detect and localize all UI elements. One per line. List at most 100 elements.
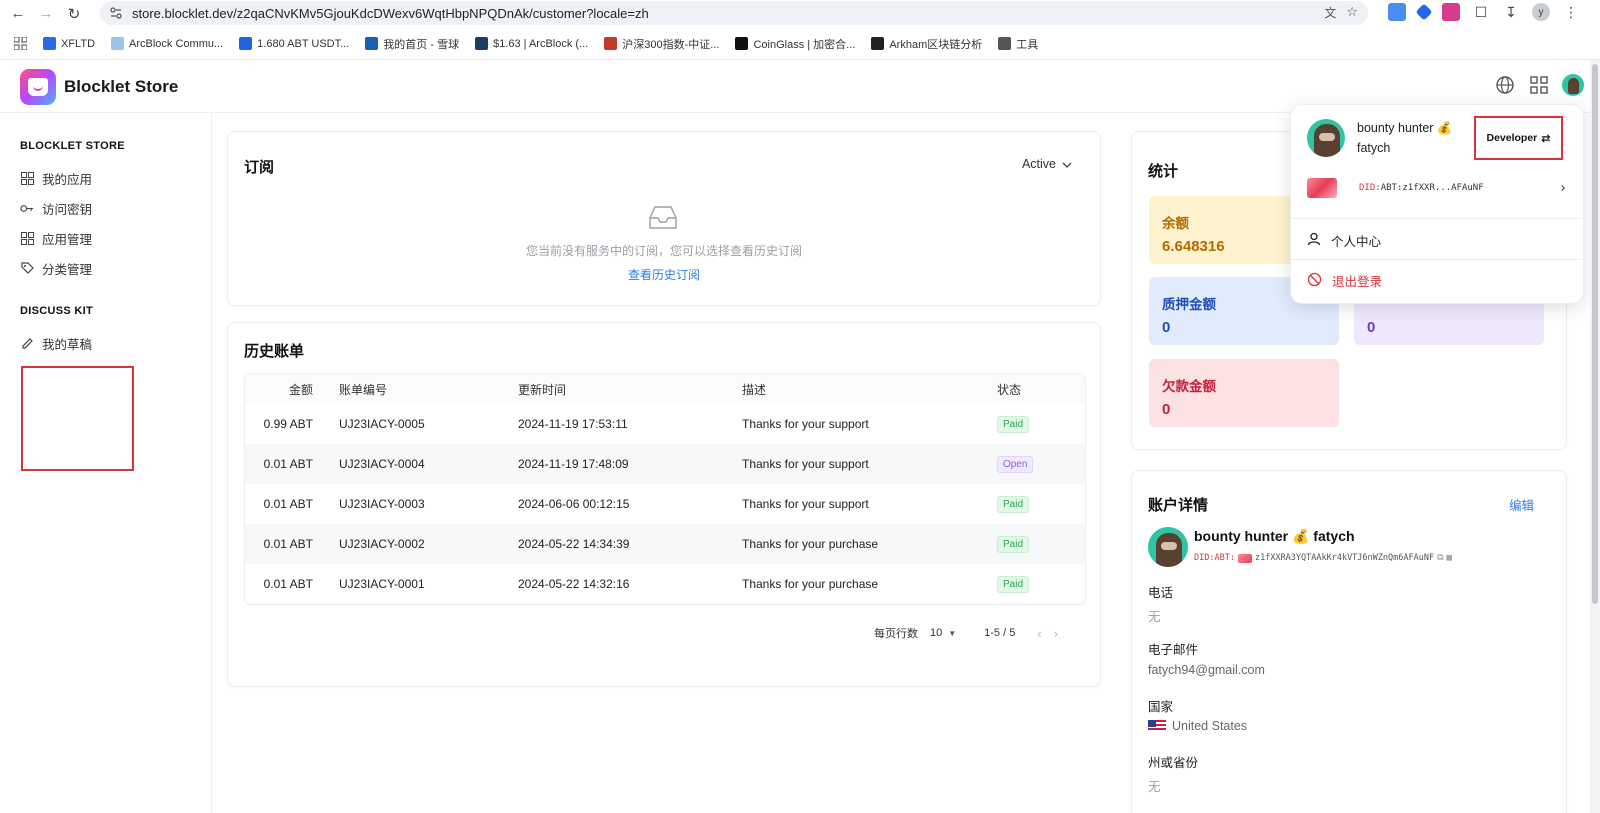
subscription-status-filter[interactable]: Active: [1022, 157, 1072, 171]
invoices-card: 历史账单 金额 账单编号 更新时间 描述 状态 0.99 ABT UJ23IACY…: [227, 322, 1101, 687]
bookmark-favicon-icon: [871, 37, 885, 50]
invoices-table: 金额 账单编号 更新时间 描述 状态 0.99 ABT UJ23IACY-0005…: [244, 373, 1086, 605]
bookmark-label: $1.63 | ArcBlock (...: [493, 37, 589, 50]
app-title[interactable]: Blocklet Store: [64, 77, 178, 97]
bookmark-label: XFLTD: [61, 37, 96, 50]
invoice-description: Thanks for your support: [742, 417, 869, 431]
table-row[interactable]: 0.01 ABT UJ23IACY-0002 2024-05-22 14:34:39…: [245, 524, 1085, 564]
invoice-number: UJ23IACY-0004: [339, 457, 425, 471]
empty-subscriptions-text: 您当前没有服务中的订阅，您可以选择查看历史订阅: [525, 244, 802, 258]
sidebar-item-label: 我的草稿: [42, 338, 93, 352]
switch-arrows-icon: ⇄: [1541, 132, 1551, 145]
browser-menu-icon[interactable]: ⋮: [1562, 3, 1580, 21]
table-row[interactable]: 0.99 ABT UJ23IACY-0005 2024-11-19 17:53:11…: [245, 404, 1085, 444]
rows-per-page-value: 10: [929, 627, 943, 639]
bookmark-label: 我的首页 - 雪球: [383, 38, 460, 51]
download-icon[interactable]: ↧: [1502, 3, 1520, 21]
column-header-status: 状态: [997, 382, 1022, 397]
qr-code-icon[interactable]: ▦: [1447, 553, 1452, 563]
account-name: bounty hunter 💰 fatych: [1194, 528, 1355, 544]
bookmark-star-icon[interactable]: ☆: [1346, 4, 1358, 21]
sidebar-item-label: 访问密钥: [42, 203, 93, 217]
rows-per-page-label: 每页行数: [873, 628, 918, 640]
profile-avatar[interactable]: y: [1532, 3, 1550, 21]
subscriptions-card: 订阅 Active 您当前没有服务中的订阅，您可以选择查看历史订阅 查看历史订阅: [227, 131, 1101, 306]
debt-value: 0: [1162, 401, 1171, 418]
extension-icon-3[interactable]: [1442, 3, 1460, 21]
back-icon[interactable]: ←: [8, 4, 28, 24]
table-row[interactable]: 0.01 ABT UJ23IACY-0003 2024-06-06 00:12:15…: [245, 484, 1085, 524]
bookmark-item[interactable]: XFLTD: [43, 37, 95, 50]
next-page-icon[interactable]: ›: [1054, 626, 1058, 641]
bookmark-item[interactable]: 我的首页 - 雪球: [365, 36, 459, 52]
edit-account-link[interactable]: 编辑: [1509, 495, 1534, 514]
bookmark-item[interactable]: $1.63 | ArcBlock (...: [475, 37, 588, 50]
column-header-amount: 金额: [288, 382, 313, 397]
copy-icon[interactable]: ⧉: [1437, 553, 1443, 563]
user-icon: [1307, 232, 1321, 249]
logout-menu-item[interactable]: 退出登录: [1307, 271, 1382, 290]
invoice-amount: 0.01 ABT: [263, 537, 313, 551]
switch-role-button[interactable]: Developer ⇄: [1474, 116, 1563, 160]
bookmark-label: CoinGlass | 加密合...: [753, 38, 856, 51]
translate-icon[interactable]: 文: [1324, 4, 1336, 21]
phone-label: 电话: [1148, 586, 1174, 600]
filter-value: Active: [1021, 157, 1056, 171]
account-details-card: 账户详情 编辑 bounty hunter 💰 fatych DID:ABT: …: [1131, 470, 1567, 813]
bookmark-item[interactable]: ArcBlock Commu...: [111, 37, 223, 50]
sidebar-section-blocklet-store: BLOCKLET STORE: [20, 140, 125, 152]
bookmark-favicon-icon: [365, 37, 379, 50]
reload-icon[interactable]: ↻: [64, 4, 84, 24]
address-bar[interactable]: store.blocklet.dev/z2qaCNvKMv5GjouKdcDWe…: [100, 1, 1368, 25]
rows-per-page-select[interactable]: 10 ▼: [930, 627, 956, 639]
did-avatar: [1307, 178, 1337, 198]
bookmark-label: ArcBlock Commu...: [129, 37, 224, 50]
bookmark-label: 工具: [1016, 38, 1039, 51]
prev-page-icon[interactable]: ‹: [1037, 626, 1041, 641]
invoice-amount: 0.01 ABT: [263, 457, 313, 471]
dropdown-username: fatych: [1357, 141, 1391, 155]
invoice-time: 2024-06-06 00:12:15: [518, 497, 630, 511]
invoice-number: UJ23IACY-0003: [339, 497, 425, 511]
sidebar-item-my-apps[interactable]: 我的应用: [20, 169, 92, 188]
inbox-icon: [649, 206, 677, 229]
profile-menu-item[interactable]: 个人中心: [1307, 231, 1381, 250]
extensions-puzzle-icon[interactable]: ☐: [1472, 3, 1490, 21]
invoice-status: Paid: [997, 415, 1030, 433]
bookmark-item[interactable]: Arkham区块链分析: [871, 36, 982, 52]
invoice-status: Paid: [997, 535, 1030, 553]
extension-icon-2[interactable]: [1415, 3, 1433, 21]
sidebar-item-app-management[interactable]: 应用管理: [20, 229, 92, 248]
status-badge: Paid: [997, 415, 1030, 433]
extension-icon-1[interactable]: [1388, 3, 1406, 21]
user-avatar[interactable]: [1562, 74, 1584, 96]
stats-title: 统计: [1148, 163, 1179, 180]
bookmark-item[interactable]: CoinGlass | 加密合...: [735, 36, 855, 52]
site-info-icon[interactable]: [108, 5, 124, 21]
table-row[interactable]: 0.01 ABT UJ23IACY-0001 2024-05-22 14:32:16…: [245, 564, 1085, 604]
forward-icon[interactable]: →: [36, 4, 56, 24]
dropdown-did-row[interactable]: DID:ABT:z1fXXR...AFAuNF ›: [1307, 178, 1567, 198]
apps-grid-icon[interactable]: [1528, 74, 1550, 96]
bookmark-favicon-icon: [604, 37, 618, 50]
bookmark-favicon-icon: [43, 37, 56, 50]
apps-grid-icon[interactable]: [14, 37, 27, 50]
table-row[interactable]: 0.01 ABT UJ23IACY-0004 2024-11-19 17:48:09…: [245, 444, 1085, 484]
did-avatar: [1237, 553, 1252, 563]
logout-label: 退出登录: [1332, 275, 1383, 289]
sidebar-item-category-management[interactable]: 分类管理: [20, 259, 92, 278]
bookmark-item[interactable]: 1.680 ABT USDT...: [239, 37, 349, 50]
bookmark-item[interactable]: 沪深300指数-中证...: [604, 36, 719, 52]
scrollbar-thumb[interactable]: [1592, 64, 1598, 604]
page-scrollbar[interactable]: [1590, 60, 1600, 813]
bookmark-label: Arkham区块链分析: [889, 38, 983, 51]
blocklet-store-logo[interactable]: [20, 69, 56, 105]
sidebar-item-my-drafts[interactable]: 我的草稿: [20, 334, 92, 353]
globe-icon[interactable]: [1494, 74, 1516, 96]
sidebar-item-access-keys[interactable]: 访问密钥: [20, 199, 92, 218]
bookmark-favicon-icon: [111, 37, 125, 50]
bookmark-item[interactable]: 工具: [998, 36, 1038, 52]
view-history-subscriptions-link[interactable]: 查看历史订阅: [228, 266, 1100, 283]
sidebar-item-label: 分类管理: [42, 263, 93, 277]
column-header-time: 更新时间: [518, 382, 567, 397]
